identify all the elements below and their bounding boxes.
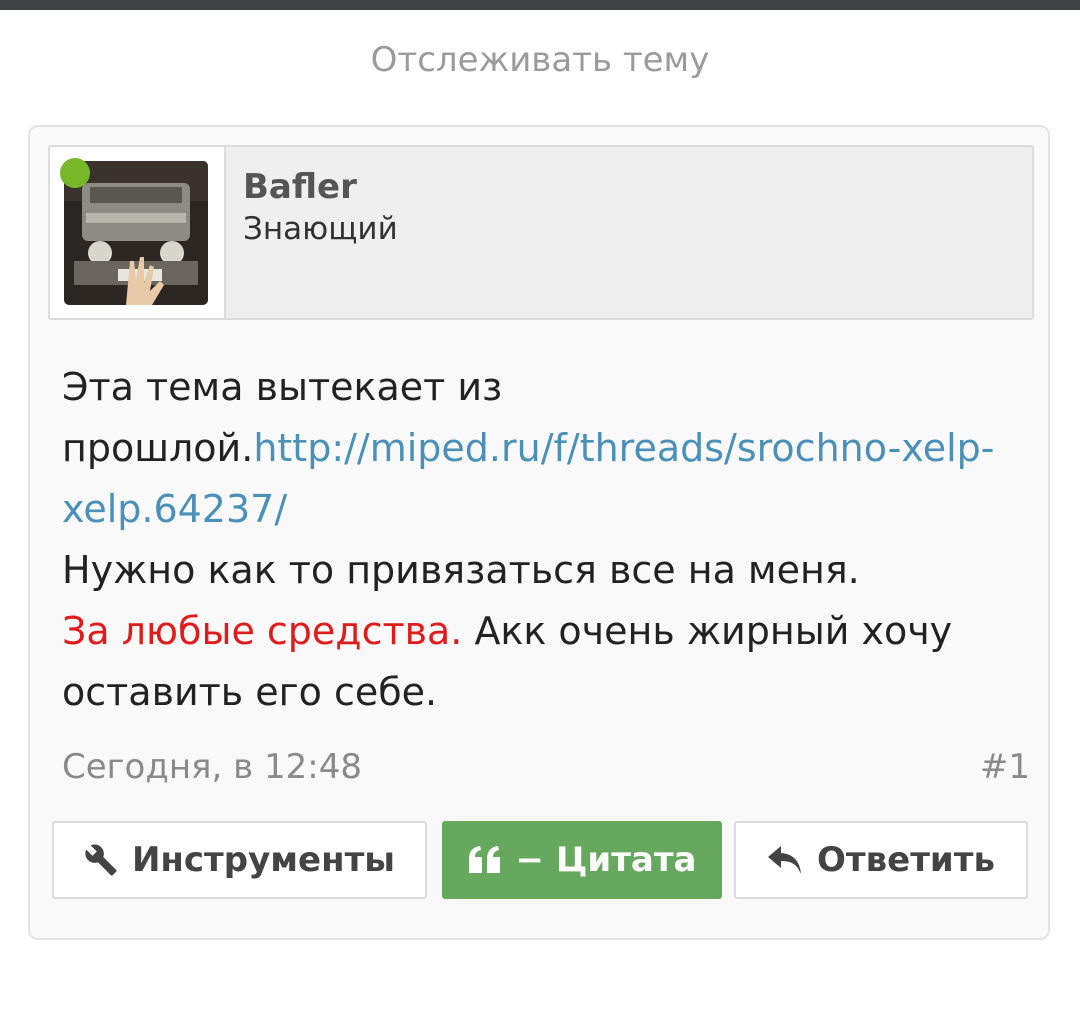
user-title: Знающий xyxy=(243,211,398,247)
highlight-text: За любые средства. xyxy=(62,609,463,653)
post-message: Эта тема вытекает из прошлой.http://mipe… xyxy=(62,357,1022,723)
tools-label: Инструменты xyxy=(131,840,396,880)
quote-icon xyxy=(468,845,502,875)
quote-button[interactable]: − Цитата xyxy=(442,821,722,899)
reply-button[interactable]: Ответить xyxy=(734,821,1028,899)
reply-icon xyxy=(767,844,803,876)
message-text-2: Нужно как то привязаться все на меня. xyxy=(62,548,860,592)
post-date[interactable]: Сегодня, в 12:48 xyxy=(62,747,362,787)
username[interactable]: Bafler xyxy=(243,167,357,207)
avatar-container xyxy=(50,147,226,318)
watch-thread-link[interactable]: Отслеживать тему xyxy=(0,40,1080,80)
tools-button[interactable]: Инструменты xyxy=(52,821,427,899)
online-status-dot xyxy=(60,158,90,188)
reply-label: Ответить xyxy=(817,840,995,880)
post-card: Bafler Знающий Эта тема вытекает из прош… xyxy=(28,125,1050,940)
wrench-icon xyxy=(84,843,118,877)
top-bar xyxy=(0,0,1080,10)
author-block: Bafler Знающий xyxy=(48,145,1034,320)
quote-label: − Цитата xyxy=(515,840,697,880)
post-number[interactable]: #1 xyxy=(980,747,1030,787)
